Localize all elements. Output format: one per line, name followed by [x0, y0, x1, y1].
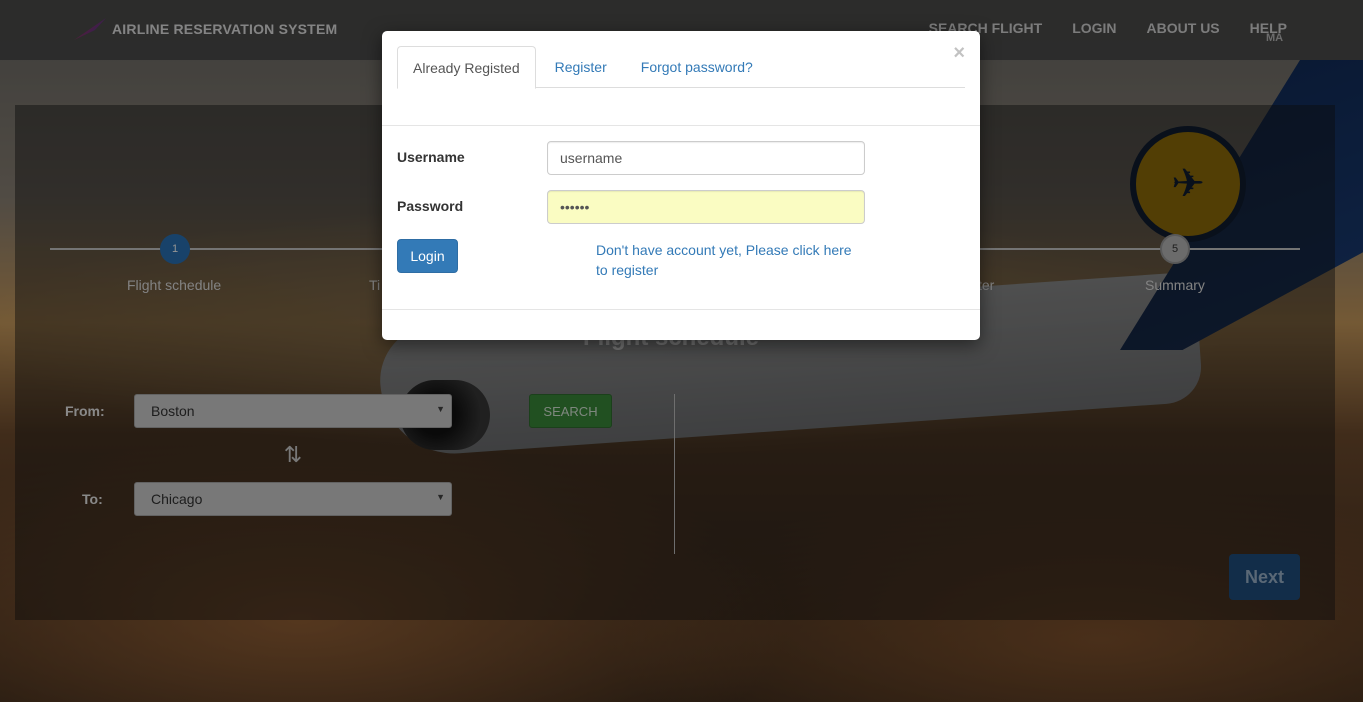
tab-register[interactable]: Register: [540, 46, 622, 88]
login-modal: × Already Registed Register Forgot passw…: [382, 31, 980, 340]
register-link[interactable]: Don't have account yet, Please click her…: [596, 240, 866, 280]
tab-forgot-password[interactable]: Forgot password?: [626, 46, 768, 88]
tab-already-registered[interactable]: Already Registed: [397, 46, 536, 89]
username-input[interactable]: [547, 141, 865, 175]
modal-header: × Already Registed Register Forgot passw…: [382, 31, 980, 126]
password-input[interactable]: [547, 190, 865, 224]
password-label: Password: [397, 198, 464, 214]
modal-tabs: Already Registed Register Forgot passwor…: [397, 46, 965, 89]
username-label: Username: [397, 149, 465, 165]
login-button[interactable]: Login: [397, 239, 458, 273]
modal-body: Username Password Login Don't have accou…: [382, 126, 980, 310]
